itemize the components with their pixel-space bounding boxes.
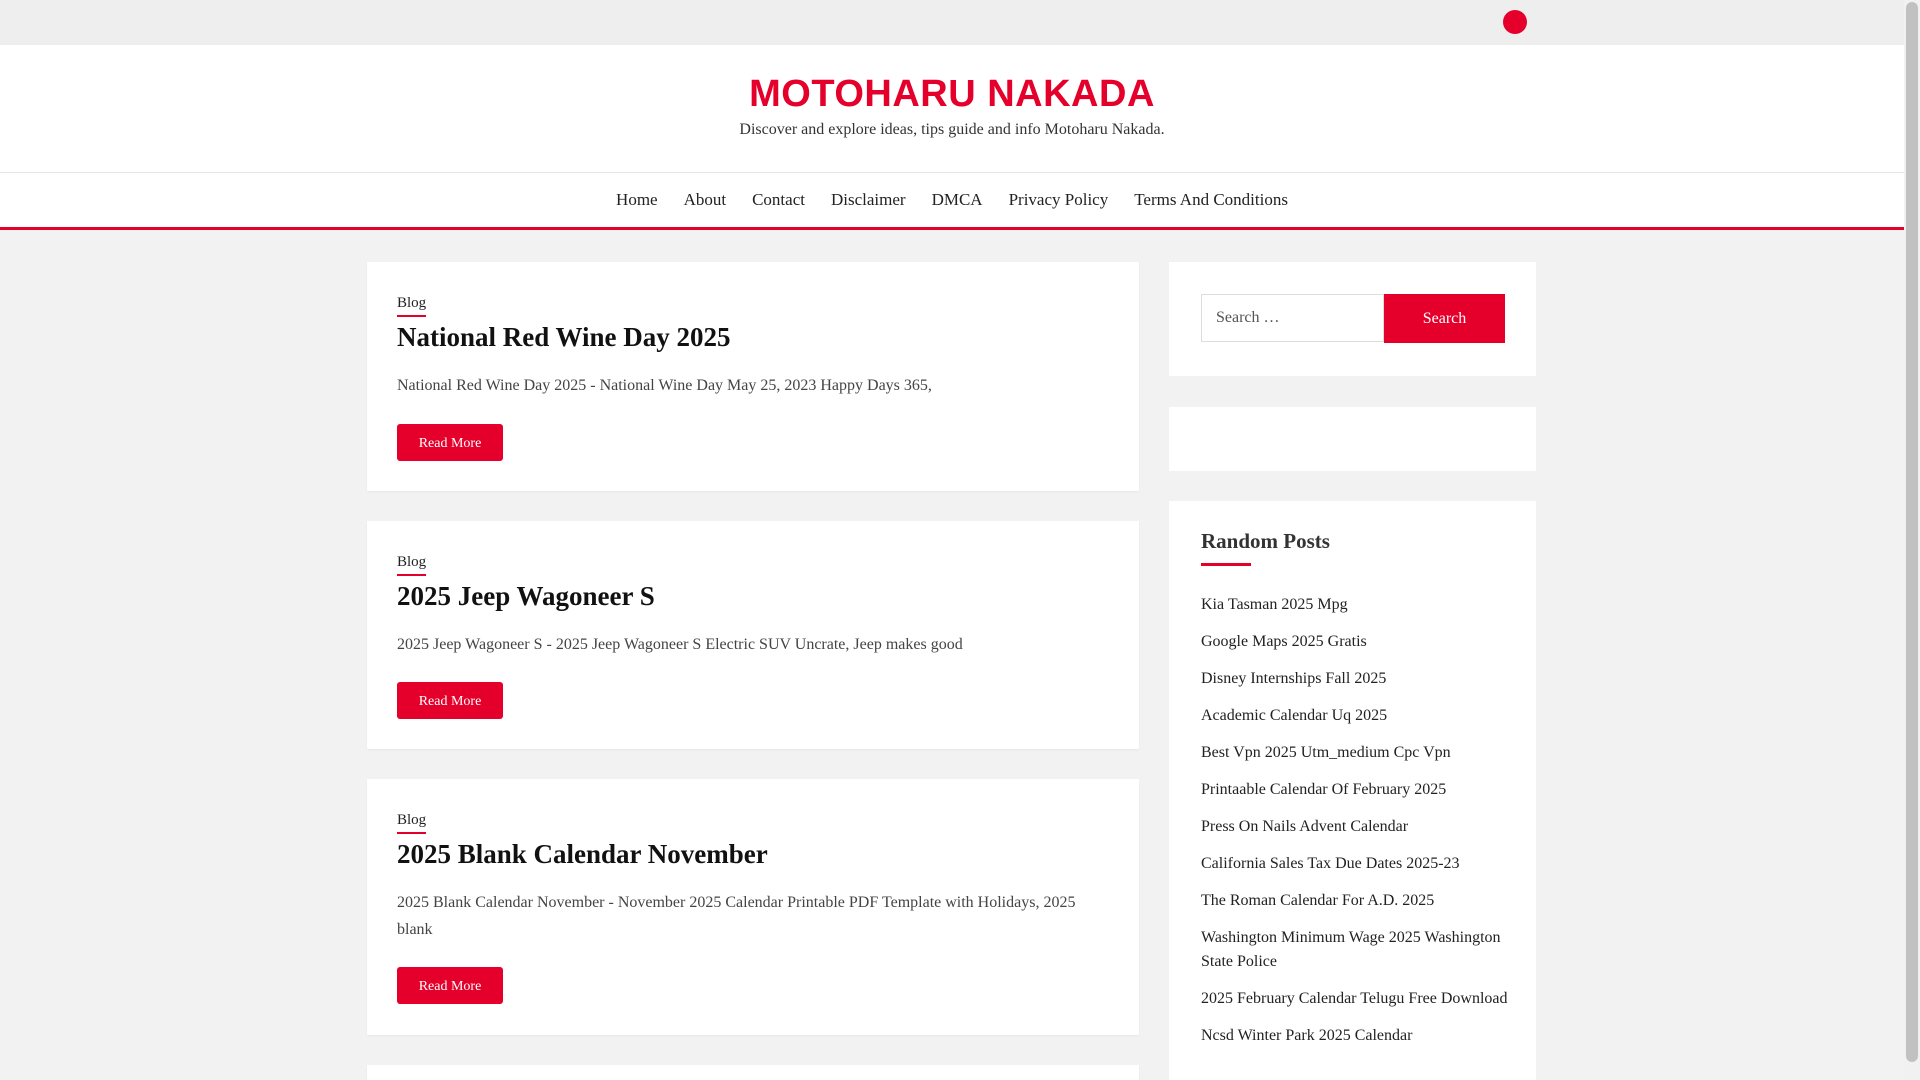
site-header: MOTOHARU NAKADA Discover and explore ide… bbox=[0, 45, 1904, 173]
main-nav: Home About Contact Disclaimer DMCA Priva… bbox=[0, 173, 1904, 230]
nav-item-terms-and-conditions[interactable]: Terms And Conditions bbox=[1134, 190, 1288, 210]
list-item[interactable]: 2025 February Calendar Telugu Free Downl… bbox=[1201, 987, 1511, 1011]
list-item[interactable]: Best Vpn 2025 Utm_medium Cpc Vpn bbox=[1201, 741, 1511, 765]
post-category[interactable]: Blog bbox=[397, 554, 427, 576]
site-tagline: Discover and explore ideas, tips guide a… bbox=[739, 121, 1165, 138]
list-item[interactable]: Academic Calendar Uq 2025 bbox=[1201, 704, 1511, 728]
widget-title-underline bbox=[1201, 563, 1251, 566]
post-title[interactable]: 2025 Jeep Wagoneer S bbox=[397, 581, 1109, 612]
random-posts-widget: Random Posts Kia Tasman 2025 Mpg Google … bbox=[1169, 501, 1536, 1080]
list-item[interactable]: Ncsd Winter Park 2025 Calendar bbox=[1201, 1024, 1511, 1048]
post-title[interactable]: National Red Wine Day 2025 bbox=[397, 322, 1109, 353]
nav-item-contact[interactable]: Contact bbox=[752, 190, 805, 210]
nav-item-home[interactable]: Home bbox=[616, 190, 658, 210]
page: MOTOHARU NAKADA Discover and explore ide… bbox=[0, 0, 1904, 1080]
post-category[interactable]: Blog bbox=[397, 295, 427, 317]
scrollbar-thumb[interactable] bbox=[1906, 2, 1918, 1062]
list-item[interactable]: Printaable Calendar Of February 2025 bbox=[1201, 778, 1511, 802]
read-more-button[interactable]: Read More bbox=[397, 967, 503, 1004]
top-bar bbox=[0, 0, 1904, 45]
search-widget: Search bbox=[1169, 262, 1536, 376]
nav-item-privacy-policy[interactable]: Privacy Policy bbox=[1009, 190, 1109, 210]
list-item[interactable]: Washington Minimum Wage 2025 Washington … bbox=[1201, 926, 1511, 974]
random-posts-list: Kia Tasman 2025 Mpg Google Maps 2025 Gra… bbox=[1201, 593, 1511, 1061]
post-card: Blog National Red Wine Day 2025 National… bbox=[367, 262, 1139, 491]
post-excerpt: 2025 Blank Calendar November - November … bbox=[397, 894, 1076, 938]
nav-item-disclaimer[interactable]: Disclaimer bbox=[831, 190, 906, 210]
post-excerpt: 2025 Jeep Wagoneer S - 2025 Jeep Wagonee… bbox=[397, 636, 963, 653]
post-category[interactable]: Blog bbox=[397, 812, 427, 834]
read-more-button[interactable]: Read More bbox=[397, 682, 503, 719]
post-excerpt: National Red Wine Day 2025 - National Wi… bbox=[397, 377, 932, 394]
site-title[interactable]: MOTOHARU NAKADA bbox=[0, 73, 1904, 116]
nav-item-dmca[interactable]: DMCA bbox=[932, 190, 983, 210]
widget-title: Random Posts bbox=[1201, 529, 1330, 553]
list-item[interactable]: Press On Nails Advent Calendar bbox=[1201, 815, 1511, 839]
post-card: Blog 2025 Blank Calendar November 2025 B… bbox=[367, 779, 1139, 1035]
empty-widget bbox=[1169, 407, 1536, 471]
search-button[interactable]: Search bbox=[1384, 294, 1505, 343]
dark-mode-toggle-icon[interactable] bbox=[1503, 10, 1527, 34]
post-title[interactable]: 2025 Blank Calendar November bbox=[397, 839, 1109, 870]
post-card: Blog 2025 Jeep Wagoneer S 2025 Jeep Wago… bbox=[367, 521, 1139, 749]
list-item[interactable]: The Roman Calendar For A.D. 2025 bbox=[1201, 889, 1511, 913]
nav-item-about[interactable]: About bbox=[684, 190, 727, 210]
post-card bbox=[367, 1065, 1139, 1080]
list-item[interactable]: Google Maps 2025 Gratis bbox=[1201, 630, 1511, 654]
list-item[interactable]: Disney Internships Fall 2025 bbox=[1201, 667, 1511, 691]
vertical-scrollbar[interactable] bbox=[1904, 0, 1920, 1080]
list-item[interactable]: Kia Tasman 2025 Mpg bbox=[1201, 593, 1511, 617]
search-input[interactable] bbox=[1201, 294, 1384, 342]
list-item[interactable]: California Sales Tax Due Dates 2025-23 bbox=[1201, 852, 1511, 876]
read-more-button[interactable]: Read More bbox=[397, 424, 503, 461]
